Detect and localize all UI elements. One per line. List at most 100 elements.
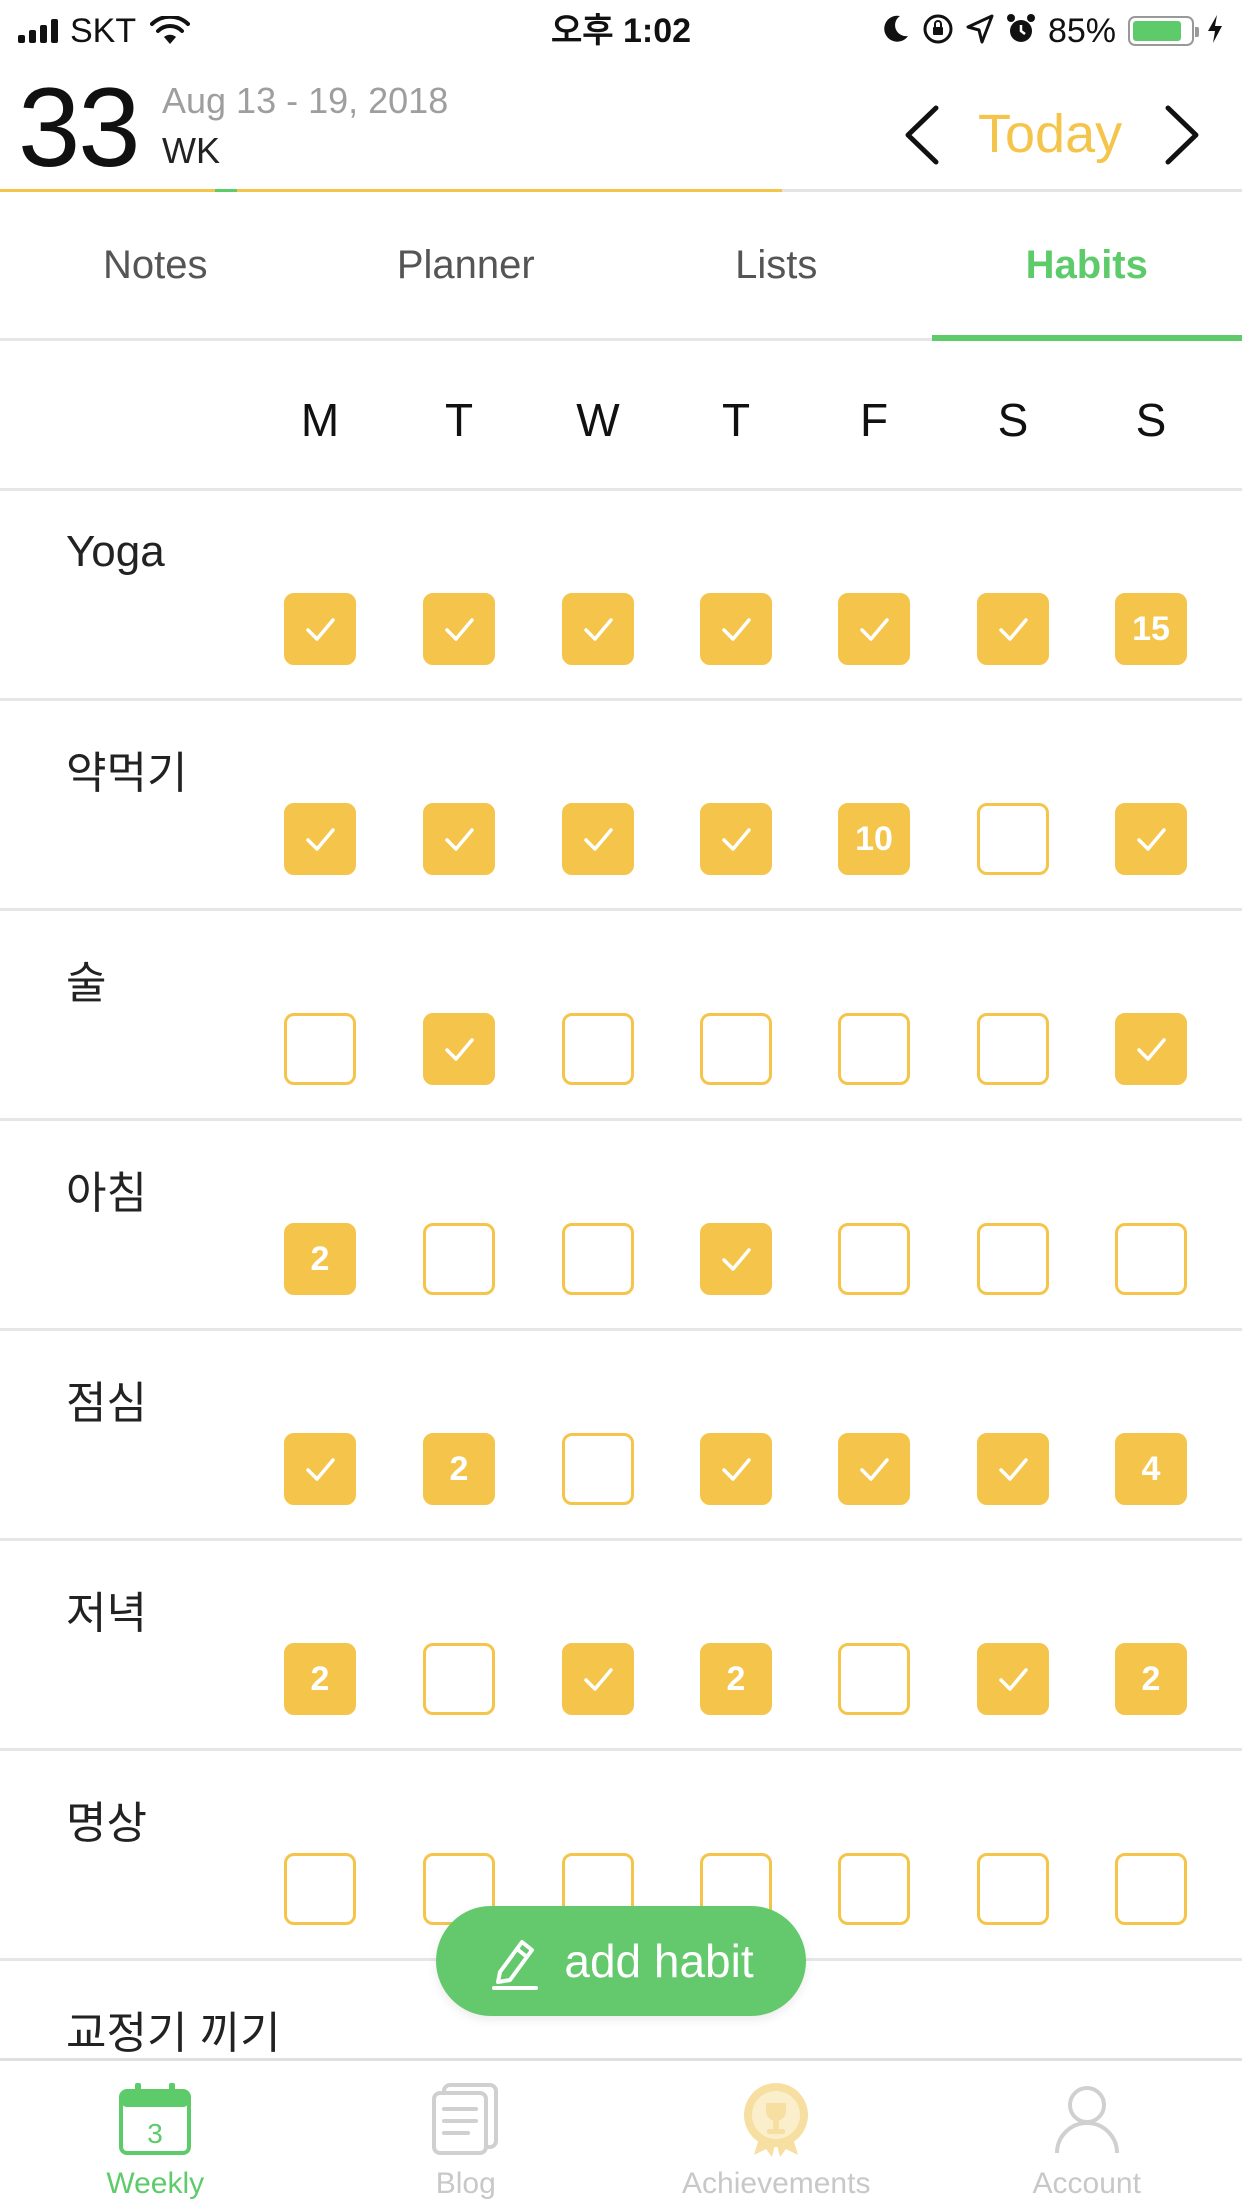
- tab-habits[interactable]: Habits: [931, 193, 1242, 341]
- habit-row[interactable]: 저녁 2 2 2: [0, 1541, 1242, 1751]
- habit-day-checked[interactable]: [423, 593, 495, 665]
- habit-day-count[interactable]: 2: [700, 1643, 772, 1715]
- habit-day-count[interactable]: 2: [284, 1223, 356, 1295]
- habit-row[interactable]: 점심 2 4: [0, 1331, 1242, 1541]
- habit-day-checked[interactable]: [423, 1013, 495, 1085]
- checkmark-icon: [860, 618, 889, 641]
- weekday-label: F: [859, 394, 889, 446]
- habit-day-empty[interactable]: [1115, 1223, 1187, 1295]
- habit-row[interactable]: 아침 2: [0, 1121, 1242, 1331]
- bottom-tab-label: Weekly: [106, 2167, 205, 2200]
- trophy-medal-icon: [736, 2079, 816, 2159]
- habit-day-empty[interactable]: [977, 1223, 1049, 1295]
- bottom-tab-blog[interactable]: Blog: [311, 2061, 622, 2208]
- week-label: WK: [162, 130, 220, 171]
- habit-day-count[interactable]: 4: [1115, 1433, 1187, 1505]
- week-progress-fill: [0, 189, 783, 192]
- week-progress-marker: [215, 189, 237, 192]
- habit-day-checked[interactable]: [977, 1433, 1049, 1505]
- checkmark-icon: [860, 1458, 889, 1481]
- alarm-icon: [1006, 13, 1036, 50]
- habit-day-checked[interactable]: [284, 803, 356, 875]
- habit-day-count[interactable]: 2: [1115, 1643, 1187, 1715]
- habit-day-empty[interactable]: [423, 1223, 495, 1295]
- weekday-label: W: [576, 394, 620, 446]
- notebook-icon: [426, 2079, 506, 2159]
- habit-day-count[interactable]: 15: [1115, 593, 1187, 665]
- habit-day-checked[interactable]: [284, 1433, 356, 1505]
- habit-count-value: 2: [1141, 1659, 1161, 1698]
- habit-name: 명상: [66, 1799, 147, 1848]
- habit-day-checked[interactable]: [562, 593, 634, 665]
- habit-day-checked[interactable]: [700, 593, 772, 665]
- person-icon: [1047, 2079, 1127, 2159]
- bottom-tab-bar: 3 Weekly Blog Achievements Account: [0, 2058, 1242, 2208]
- habit-day-empty[interactable]: [284, 1013, 356, 1085]
- habit-day-checked[interactable]: [838, 593, 910, 665]
- habit-day-checked[interactable]: [1115, 1013, 1187, 1085]
- add-habit-button[interactable]: add habit: [436, 1906, 806, 2016]
- habit-day-checked[interactable]: [977, 593, 1049, 665]
- bottom-tab-weekly[interactable]: 3 Weekly: [0, 2061, 311, 2208]
- moon-icon: [882, 14, 910, 49]
- habit-day-empty[interactable]: [838, 1643, 910, 1715]
- chevron-left-icon: [905, 105, 939, 165]
- habit-day-empty[interactable]: [562, 1223, 634, 1295]
- previous-week-button[interactable]: [900, 104, 944, 166]
- bottom-tab-achievements[interactable]: Achievements: [621, 2061, 932, 2208]
- week-header: 33 Aug 13 - 19, 2018 WK Today: [0, 62, 1242, 192]
- status-bar-right: 85%: [882, 10, 1224, 52]
- checkmark-icon: [445, 618, 474, 641]
- habit-name: 아침: [66, 1169, 147, 1218]
- habit-day-empty[interactable]: [562, 1013, 634, 1085]
- bottom-tab-label: Account: [1032, 2167, 1141, 2200]
- tab-lists[interactable]: Lists: [621, 193, 932, 338]
- habit-day-empty[interactable]: [562, 1433, 634, 1505]
- habit-day-checked[interactable]: [838, 1433, 910, 1505]
- habit-count-value: 2: [726, 1659, 746, 1698]
- checkmark-icon: [722, 1458, 751, 1481]
- habit-day-count[interactable]: 2: [423, 1433, 495, 1505]
- habit-day-empty[interactable]: [423, 1643, 495, 1715]
- habit-row[interactable]: 약먹기 10: [0, 701, 1242, 911]
- habit-day-empty[interactable]: [838, 1223, 910, 1295]
- habit-day-empty[interactable]: [977, 803, 1049, 875]
- habit-day-empty[interactable]: [977, 1853, 1049, 1925]
- bottom-tab-account[interactable]: Account: [932, 2061, 1242, 2208]
- habit-day-empty[interactable]: [1115, 1853, 1187, 1925]
- orientation-lock-icon: [922, 13, 954, 50]
- checkmark-icon: [306, 1458, 335, 1481]
- habit-day-checked[interactable]: [423, 803, 495, 875]
- checkmark-icon: [445, 828, 474, 851]
- habit-day-empty[interactable]: [284, 1853, 356, 1925]
- weekday-label: S: [997, 394, 1029, 446]
- tab-planner[interactable]: Planner: [311, 193, 622, 338]
- habit-count-value: 2: [310, 1659, 330, 1698]
- weekday-label: T: [444, 394, 474, 446]
- habit-day-empty[interactable]: [838, 1013, 910, 1085]
- habit-row[interactable]: Yoga 15: [0, 491, 1242, 701]
- today-button[interactable]: Today: [978, 102, 1122, 166]
- habit-day-checked[interactable]: [1115, 803, 1187, 875]
- habit-day-checked[interactable]: [977, 1643, 1049, 1715]
- checkmark-icon: [584, 828, 613, 851]
- tab-notes[interactable]: Notes: [0, 193, 311, 338]
- habit-day-checked[interactable]: [700, 803, 772, 875]
- habit-day-empty[interactable]: [838, 1853, 910, 1925]
- checkmark-icon: [999, 618, 1028, 641]
- habit-day-checked[interactable]: [562, 1643, 634, 1715]
- habit-count-value: 10: [855, 819, 893, 858]
- checkmark-icon: [445, 1038, 474, 1061]
- habit-day-count[interactable]: 2: [284, 1643, 356, 1715]
- weekday-header: M T W T F S S: [0, 341, 1242, 491]
- habit-day-checked[interactable]: [700, 1433, 772, 1505]
- habit-day-checked[interactable]: [700, 1223, 772, 1295]
- next-week-button[interactable]: [1160, 104, 1204, 166]
- habit-day-checked[interactable]: [284, 593, 356, 665]
- habit-row[interactable]: 술: [0, 911, 1242, 1121]
- habit-day-count[interactable]: 10: [838, 803, 910, 875]
- habit-day-empty[interactable]: [977, 1013, 1049, 1085]
- habit-day-empty[interactable]: [700, 1013, 772, 1085]
- checkmark-icon: [999, 1668, 1028, 1691]
- habit-day-checked[interactable]: [562, 803, 634, 875]
